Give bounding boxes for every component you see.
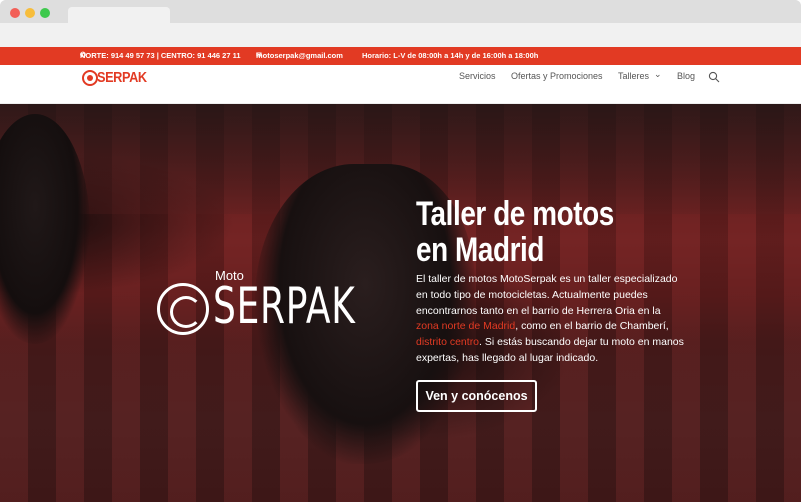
nav-item-ofertas[interactable]: Ofertas y Promociones: [511, 71, 603, 81]
envelope-icon: ✉: [256, 52, 262, 59]
hero-logo: Moto SERPAK: [157, 268, 355, 338]
cta-button[interactable]: Ven y conócenos: [416, 380, 537, 412]
browser-window: ✆ NORTE: 914 49 57 73 | CENTRO: 91 446 27…: [0, 0, 801, 502]
hero-description: El taller de motos MotoSerpak es un tall…: [416, 272, 686, 367]
wrench-emblem-icon: [157, 283, 209, 335]
address-bar[interactable]: [0, 23, 801, 47]
minimize-window-button[interactable]: [25, 8, 35, 18]
hours-info: Horario: L-V de 08:00h a 14h y de 16:00h…: [362, 51, 539, 60]
main-navigation: SERPAK Servicios Ofertas y Promociones T…: [0, 65, 801, 104]
phones-info[interactable]: ✆ NORTE: 914 49 57 73 | CENTRO: 91 446 27…: [80, 47, 241, 65]
search-icon[interactable]: [708, 71, 720, 83]
email-info[interactable]: ✉ motoserpak@gmail.com: [256, 47, 343, 65]
hero-text-part: El taller de motos MotoSerpak es un tall…: [416, 273, 678, 317]
hero-banner: Moto SERPAK Taller de motos en Madrid El…: [0, 104, 801, 502]
site-logo[interactable]: SERPAK: [82, 69, 148, 89]
nav-item-talleres[interactable]: Talleres: [618, 71, 662, 82]
hero-rider-image: [0, 114, 90, 344]
logo-emblem-icon: [82, 70, 98, 86]
link-zona-norte[interactable]: zona norte de Madrid: [416, 320, 515, 332]
browser-chrome: [0, 0, 801, 47]
hero-title: Taller de motos en Madrid: [416, 195, 614, 269]
close-window-button[interactable]: [10, 8, 20, 18]
phone-icon: ✆: [80, 52, 86, 59]
logo-text: SERPAK: [97, 69, 147, 86]
nav-item-blog[interactable]: Blog: [677, 71, 695, 81]
browser-tab[interactable]: [68, 7, 170, 23]
maximize-window-button[interactable]: [40, 8, 50, 18]
nav-item-servicios[interactable]: Servicios: [459, 71, 496, 81]
hero-text-part: , como en el barrio de Chamberí,: [515, 320, 669, 333]
hero-logo-brand: SERPAK: [213, 277, 356, 335]
link-distrito-centro[interactable]: distrito centro: [416, 336, 479, 348]
contact-topbar: ✆ NORTE: 914 49 57 73 | CENTRO: 91 446 27…: [0, 47, 801, 65]
